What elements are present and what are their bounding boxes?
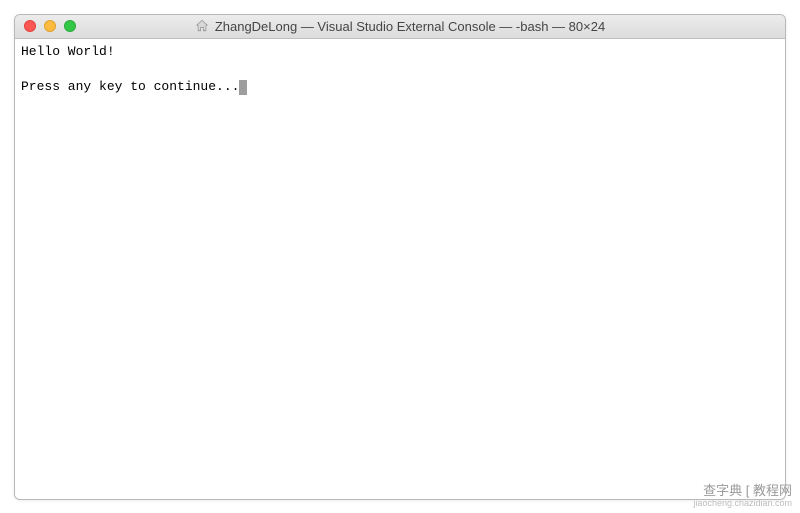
cursor-block-icon xyxy=(239,80,247,95)
minimize-button[interactable] xyxy=(44,20,56,32)
title-center: ZhangDeLong — Visual Studio External Con… xyxy=(15,15,785,38)
titlebar: ZhangDeLong — Visual Studio External Con… xyxy=(15,15,785,39)
terminal-blank-line xyxy=(21,60,779,78)
terminal-line-prompt: Press any key to continue... xyxy=(21,78,779,96)
terminal-line-output: Hello World! xyxy=(21,43,779,61)
prompt-text: Press any key to continue... xyxy=(21,79,239,94)
terminal-window: ZhangDeLong — Visual Studio External Con… xyxy=(14,14,786,500)
close-button[interactable] xyxy=(24,20,36,32)
traffic-lights xyxy=(24,20,76,32)
window-title: ZhangDeLong — Visual Studio External Con… xyxy=(215,19,605,34)
home-icon xyxy=(195,19,209,33)
watermark: 查字典 [ 教程网 jiaocheng.chazidian.com xyxy=(693,483,792,509)
terminal-content[interactable]: Hello World! Press any key to continue..… xyxy=(15,39,785,499)
maximize-button[interactable] xyxy=(64,20,76,32)
watermark-main: 查字典 [ 教程网 xyxy=(703,483,792,499)
watermark-sub: jiaocheng.chazidian.com xyxy=(693,498,792,509)
